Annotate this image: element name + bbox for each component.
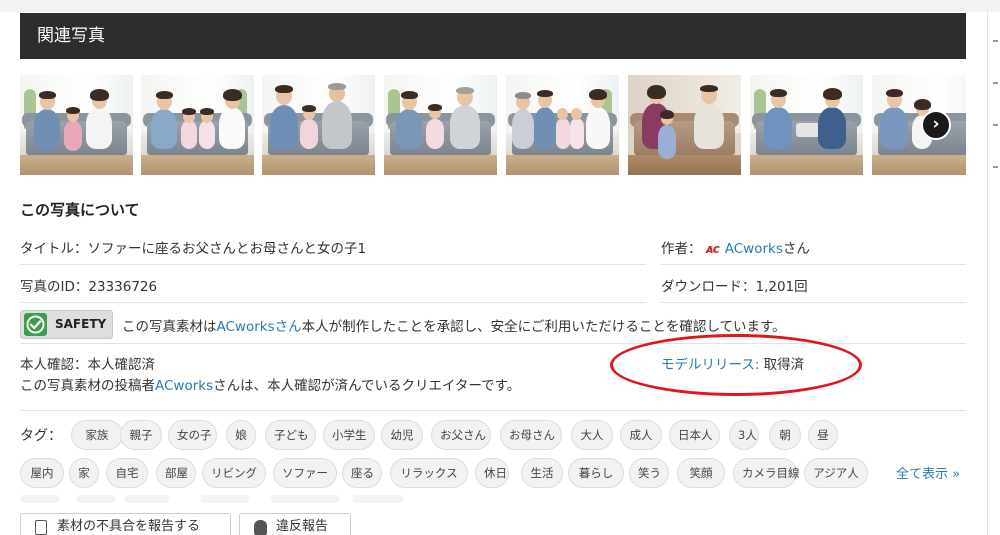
tag-chip[interactable]: 成人 [620, 420, 662, 450]
related-photo[interactable] [262, 75, 375, 175]
author-link[interactable]: ACworks [725, 241, 783, 257]
divider [661, 264, 966, 265]
tag-chip[interactable]: 座る [342, 458, 382, 488]
tag-chip[interactable]: 笑顔 [677, 458, 725, 488]
tag-chip[interactable]: 部屋 [156, 458, 196, 488]
tag-chip[interactable]: 子ども [265, 420, 316, 450]
right-sidebar-edge [993, 40, 1000, 208]
tag-chip[interactable]: 小学生 [323, 420, 375, 450]
report-violation-button[interactable]: 違反報告 [239, 513, 351, 535]
tag-chip[interactable]: 日本人 [669, 420, 720, 450]
faded-tag [270, 495, 340, 503]
author-suffix: さん [782, 241, 810, 257]
tag-chip[interactable]: 朝 [769, 420, 801, 450]
carousel-next-button[interactable]: › [921, 110, 951, 140]
safety-label: SAFETY [55, 317, 107, 331]
tag-chip[interactable]: 笑う [629, 458, 669, 488]
tag-chip[interactable]: 生活 [521, 458, 563, 488]
faded-tag [352, 495, 404, 503]
tag-chip[interactable]: 大人 [571, 420, 613, 450]
tag-chip[interactable]: 家 [69, 458, 99, 488]
alert-icon [254, 520, 267, 535]
download-count-label: ダウンロード：1,201回 [661, 279, 808, 295]
related-photos-header: 関連写真 [20, 13, 966, 59]
tag-chip[interactable]: 女の子 [168, 420, 217, 450]
tag-chip[interactable]: 暮らし [568, 458, 624, 488]
safety-author-link[interactable]: ACworksさん [217, 319, 302, 335]
top-bar [0, 0, 1000, 12]
tag-chip[interactable]: 家族 [71, 420, 123, 450]
related-photo[interactable] [384, 75, 497, 175]
safety-badge: SAFETY [20, 310, 113, 339]
related-photos-strip [20, 75, 966, 175]
document-icon [35, 520, 47, 535]
related-photo[interactable] [750, 75, 863, 175]
identity-description: この写真素材の投稿者ACworksさんは、本人確認が済んでいるクリエイターです。 [20, 378, 521, 394]
faded-tag [124, 495, 170, 503]
safety-description: この写真素材はACworksさん本人が制作したことを承認し、安全にご利用いただけ… [122, 319, 786, 335]
report-defect-button[interactable]: 素材の不具合を報告する [20, 513, 231, 535]
photo-id-label: 写真のID：23336726 [20, 279, 158, 295]
faded-tag [76, 495, 116, 503]
tag-chip[interactable]: アジア人 [804, 458, 868, 488]
tag-chip[interactable]: お母さん [500, 420, 562, 450]
tags-label: タグ： [20, 428, 62, 444]
tag-chip[interactable]: 娘 [226, 420, 256, 450]
tag-chip[interactable]: カメラ目線 [733, 458, 800, 488]
tag-chip[interactable]: 3人 [729, 420, 759, 450]
tag-chip[interactable]: お父さん [431, 420, 491, 450]
photo-title-label: タイトル：ソファーに座るお父さんとお母さんと女の子1 [20, 241, 367, 257]
tag-chip[interactable]: 屋内 [20, 458, 64, 488]
related-photo[interactable] [20, 75, 133, 175]
identity-label: 本人確認： [20, 357, 88, 373]
related-photo[interactable] [506, 75, 619, 175]
related-photo[interactable] [872, 75, 966, 175]
divider [20, 410, 966, 411]
tag-chip[interactable]: 自宅 [106, 458, 148, 488]
related-photo[interactable] [628, 75, 741, 175]
identity-author-link[interactable]: ACworks [155, 378, 213, 394]
divider [20, 302, 646, 303]
tag-chip[interactable]: 休日 [475, 458, 509, 488]
related-photo[interactable] [141, 75, 254, 175]
acworks-logo-icon: ᴀc [705, 242, 720, 256]
faded-tag [20, 495, 60, 503]
about-photo-heading: この写真について [20, 201, 140, 219]
tag-chip[interactable]: 幼児 [381, 420, 423, 450]
highlight-annotation-ellipse [610, 334, 862, 396]
show-all-tags-link[interactable]: 全て表示 » [896, 463, 960, 482]
divider [661, 302, 966, 303]
faded-tag [200, 495, 250, 503]
section-title: 関連写真 [37, 26, 105, 46]
author-info: 作者： ᴀc ACworksさん [661, 237, 810, 257]
chevron-right-icon: › [932, 114, 940, 134]
tag-chip[interactable]: リビング [202, 458, 266, 488]
identity-verification: 本人確認：本人確認済 [20, 353, 155, 373]
tag-chip[interactable]: ソファー [273, 458, 337, 488]
divider [20, 264, 646, 265]
tag-chip[interactable]: 昼 [808, 420, 838, 450]
tag-chip[interactable]: 親子 [120, 420, 162, 450]
author-prefix: 作者： [661, 241, 702, 257]
check-shield-icon [24, 313, 47, 336]
identity-value: 本人確認済 [87, 357, 156, 373]
right-divider [987, 12, 988, 535]
tag-chip[interactable]: リラックス [390, 458, 468, 488]
